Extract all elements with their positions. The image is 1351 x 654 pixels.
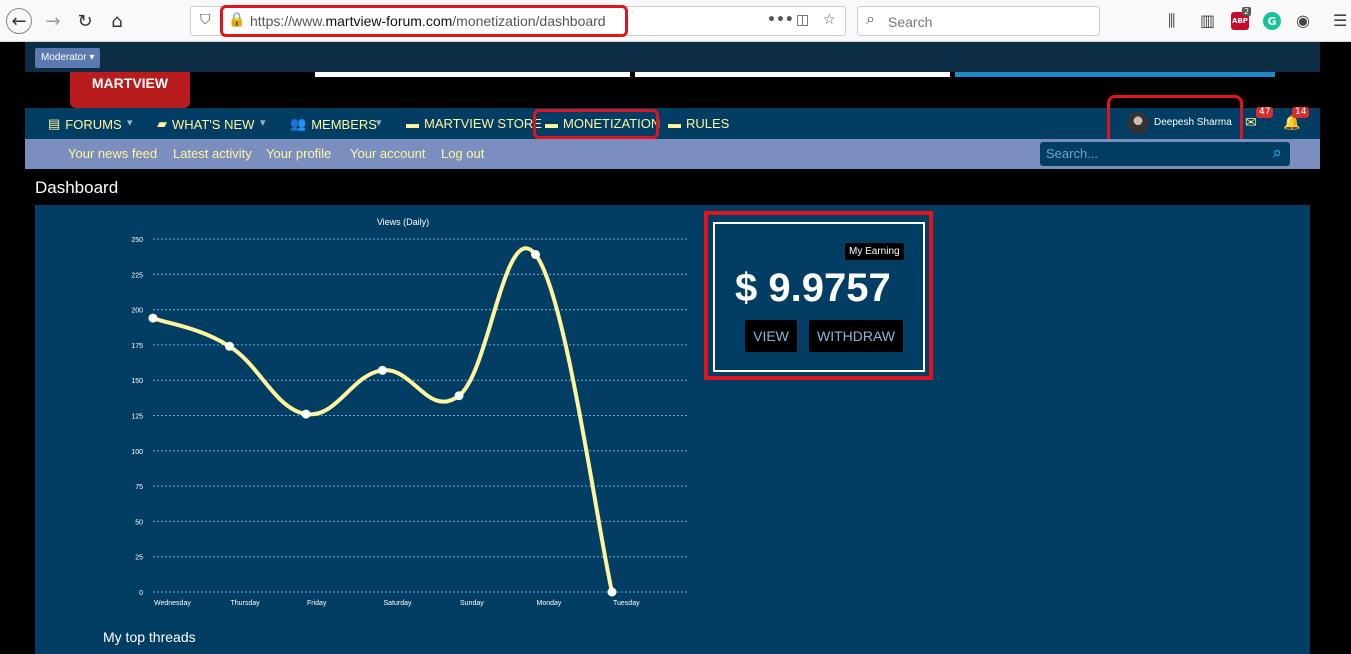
alert-icon: ▰ [157, 116, 167, 131]
data-point [531, 250, 540, 260]
nav-whats-new[interactable]: ▰ WHAT'S NEW [157, 116, 254, 132]
subnav-news-feed[interactable]: Your news feed [68, 146, 157, 161]
banner-ad[interactable] [315, 72, 630, 77]
y-tick-label: 125 [131, 414, 143, 421]
user-annotation-box [1107, 95, 1243, 145]
forum-search-placeholder: Search... [1046, 146, 1099, 161]
page-title: Dashboard [35, 178, 119, 197]
banner-ad[interactable] [635, 72, 950, 77]
forum-header [25, 42, 1320, 72]
data-point [378, 365, 387, 375]
view-button[interactable]: VIEW [745, 320, 797, 352]
search-placeholder: Search [888, 14, 933, 30]
bookmark-star-icon[interactable]: ☆ [823, 12, 836, 28]
data-point [301, 409, 311, 419]
x-tick-label: Sunday [460, 600, 484, 607]
data-point [225, 341, 234, 351]
search-icon[interactable]: ⌕ [1272, 143, 1282, 163]
y-tick-label: 175 [131, 343, 143, 350]
subnav-latest-activity[interactable]: Latest activity [173, 146, 252, 161]
nav-members[interactable]: 👥 MEMBERS [290, 116, 377, 132]
library-icon[interactable]: ⫼ [1168, 11, 1175, 31]
y-tick-label: 100 [131, 449, 143, 456]
forum-icon: ▤ [48, 116, 61, 131]
data-point [454, 391, 464, 401]
home-icon[interactable]: ⌂ [104, 8, 130, 34]
y-tick-label: 50 [135, 519, 143, 526]
y-tick-label: 25 [135, 555, 143, 562]
chevron-down-icon[interactable]: ▾ [127, 116, 133, 129]
inbox-icon[interactable]: ✉ [1245, 114, 1257, 131]
top-threads-heading: My top threads [103, 629, 196, 645]
y-tick-label: 250 [131, 237, 143, 244]
url-annotation-box [220, 5, 628, 37]
nav-forums[interactable]: ▤ FORUMS [48, 116, 122, 132]
logo-text: MARTVIEW [91, 75, 169, 91]
withdraw-button[interactable]: WITHDRAW [809, 320, 903, 352]
earning-amount: $ 9.9757 [735, 266, 891, 310]
account-icon[interactable]: ◉ [1296, 11, 1310, 30]
x-tick-label: Monday [537, 600, 562, 607]
y-tick-label: 225 [131, 272, 143, 279]
views-series-line [152, 246, 614, 593]
forward-arrow-icon[interactable]: → [40, 8, 66, 34]
nav-rules[interactable]: ▬ RULES [668, 116, 729, 131]
grammarly-icon[interactable]: G [1263, 12, 1281, 30]
folder-icon: ▬ [668, 116, 681, 131]
chart-title: Views (Daily) [377, 217, 429, 227]
data-point [607, 587, 617, 597]
site-logo[interactable]: MARTVIEW [70, 72, 190, 108]
folder-icon: ▬ [406, 116, 419, 131]
nav-forums-label: FORUMS [65, 116, 122, 132]
chevron-down-icon[interactable]: ▾ [260, 116, 266, 129]
x-tick-label: Friday [307, 600, 327, 607]
reload-icon[interactable]: ↻ [72, 8, 98, 34]
pocket-icon[interactable]: ◫ [796, 12, 809, 28]
y-tick-label: 75 [135, 484, 143, 491]
views-chart: Views (Daily) 0 25 50 75 100 125 150 175 200 225 25… [131, 217, 687, 607]
back-arrow-icon[interactable]: ← [6, 8, 32, 34]
menu-icon[interactable]: ☰ [1333, 11, 1347, 30]
shield-icon[interactable]: ⛉ [200, 12, 211, 28]
inbox-count-badge: 47 [1256, 107, 1274, 118]
nav-store-label: MARTVIEW STORE [424, 116, 542, 131]
x-tick-label: Saturday [384, 600, 413, 607]
chevron-down-icon[interactable]: ▾ [376, 116, 382, 129]
forum-search-input[interactable]: Search... ⌕ [1040, 142, 1290, 166]
browser-search-input[interactable]: ⌕ Search [857, 6, 1100, 36]
nav-store[interactable]: ▬ MARTVIEW STORE [406, 116, 542, 131]
y-tick-label: 150 [131, 378, 143, 385]
subnav-profile[interactable]: Your profile [266, 146, 331, 161]
banner-ad[interactable] [955, 72, 1275, 77]
y-tick-label: 0 [139, 590, 143, 597]
moderator-button[interactable]: Moderator ▾ [35, 48, 101, 68]
y-tick-label: 200 [131, 308, 143, 315]
search-icon: ⌕ [866, 11, 875, 28]
subnav-logout[interactable]: Log out [441, 146, 484, 161]
alerts-count-badge: 14 [1292, 107, 1310, 118]
sidebar-icon[interactable]: ▥ [1200, 11, 1215, 30]
subnav-account[interactable]: Your account [350, 146, 425, 161]
more-actions-icon[interactable]: ••• [767, 12, 794, 28]
nav-rules-label: RULES [686, 116, 730, 131]
x-tick-label: Wednesday [154, 600, 191, 607]
members-icon: 👥 [290, 116, 307, 131]
x-tick-label: Thursday [231, 600, 261, 607]
nav-whats-new-label: WHAT'S NEW [172, 116, 255, 132]
monetization-annotation-box [533, 109, 659, 139]
adblock-count-badge: 2 [1242, 7, 1252, 16]
nav-members-label: MEMBERS [311, 116, 377, 132]
data-point [148, 313, 158, 323]
earning-tag: My Earning [845, 243, 904, 260]
x-tick-label: Tuesday [613, 600, 640, 607]
